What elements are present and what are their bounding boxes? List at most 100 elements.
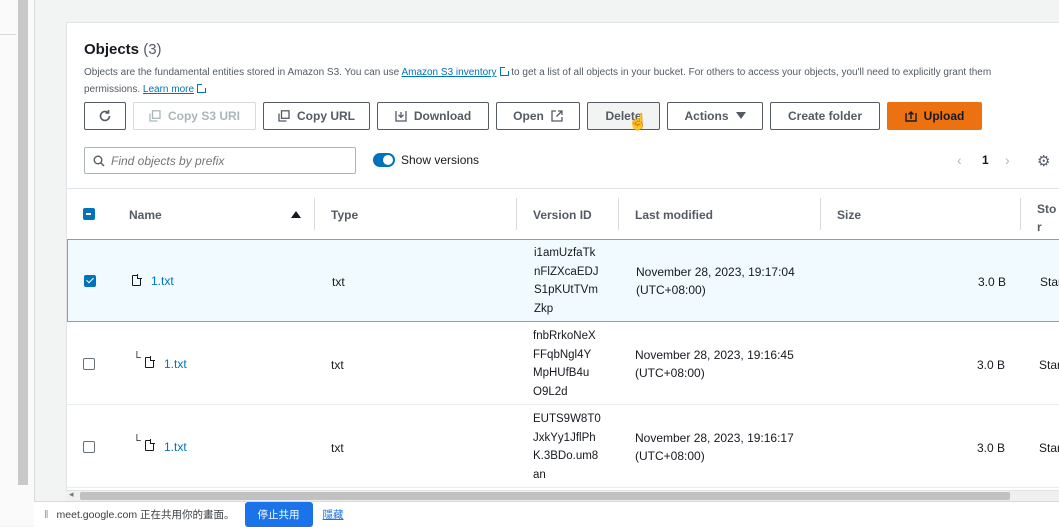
column-separator[interactable] [618,198,619,230]
open-label: Open [513,109,544,123]
download-button[interactable]: Download [377,102,489,130]
copy-url-button[interactable]: Copy URL [263,102,370,130]
version-id-part: JxkYy1JflPh [533,431,596,444]
stop-sharing-button[interactable]: 停止共用 [244,502,313,527]
drag-handle-icon[interactable]: ‖ [44,509,49,521]
version-id-part: EUTS9W8T0 [533,413,601,425]
column-header-size[interactable]: Size [837,208,861,222]
actions-label: Actions [684,109,729,123]
row-checkbox[interactable] [84,275,96,287]
copy-s3-uri-label: Copy S3 URI [167,109,240,123]
search-input[interactable] [111,153,341,168]
sort-ascending-icon[interactable] [291,210,301,218]
column-separator[interactable] [1020,198,1021,230]
copy-s3-uri-button[interactable]: Copy S3 URI [133,102,256,130]
copy-url-label: Copy URL [297,109,355,123]
version-id-part: Zkp [534,302,554,315]
last-modified-date: November 28, 2023, 19:16:17 [635,431,794,445]
external-link-icon [499,66,510,76]
storage-class: Star [1039,358,1059,372]
table-header: Name Type Version ID Last modified Size … [67,188,1059,270]
table-row[interactable]: └ 1.txt txt EUTS9W8T0 JxkYy1JflPh K.3BDo… [67,405,1059,488]
caret-down-icon [735,112,746,119]
file-icon [132,274,142,286]
version-id: i1amUzfaTk nFlZXcaEDJ S1pKUtTVm Zkp [534,244,614,318]
show-versions-label: Show versions [401,153,480,167]
download-icon [395,111,407,122]
select-all-checkbox[interactable] [83,208,95,220]
download-label: Download [413,109,472,123]
object-name-link[interactable]: 1.txt [164,440,187,454]
version-tree-icon: └ [133,435,141,447]
version-id-part: MpHUfB4u [533,367,590,379]
upload-button[interactable]: Upload [887,102,982,130]
search-icon [93,155,105,166]
version-tree-icon: └ [133,352,141,364]
last-modified-date: November 28, 2023, 19:17:04 [636,265,795,279]
file-icon [145,356,155,368]
column-separator[interactable] [314,198,315,230]
create-folder-button[interactable]: Create folder [770,102,880,130]
version-id-part: i1amUzfaTk [534,247,596,259]
inventory-link[interactable]: Amazon S3 inventory [401,67,496,78]
last-modified: November 28, 2023, 19:17:04 (UTC+08:00) [636,263,795,299]
horizontal-scrollbar[interactable]: ◂ [66,489,1059,501]
objects-title: Objects [84,41,140,58]
hide-link[interactable]: 隱藏 [323,507,344,522]
column-header-last-modified[interactable]: Last modified [635,208,713,222]
objects-description: Objects are the fundamental entities sto… [84,64,1044,98]
copy-icon [278,110,290,122]
table-row[interactable]: 1.txt txt i1amUzfaTk nFlZXcaEDJ S1pKUtTV… [67,239,1059,322]
object-type: txt [331,358,344,372]
column-separator[interactable] [516,198,517,230]
description-text: Objects are the fundamental entities sto… [84,67,400,78]
show-versions-toggle[interactable] [373,153,395,167]
scroll-left-icon[interactable]: ◂ [69,489,74,500]
last-modified-date: November 28, 2023, 19:16:45 [635,348,794,362]
hand-pointer-icon: ☝ [628,114,648,131]
last-modified: November 28, 2023, 19:16:45 (UTC+08:00) [635,346,794,382]
row-checkbox[interactable] [83,358,95,370]
version-id-part: S1pKUtTVm [534,284,598,296]
column-header-type[interactable]: Type [331,208,358,222]
learn-more-link[interactable]: Learn more [143,84,194,95]
external-link-icon [197,83,208,93]
object-size: 3.0 B [977,441,1006,455]
previous-page-icon[interactable]: ‹ [957,152,962,168]
column-header-name[interactable]: Name [129,208,162,222]
left-divider [0,34,16,35]
last-modified-timezone: (UTC+08:00) [635,366,705,380]
open-button[interactable]: Open [496,102,580,130]
objects-panel: Objects (3) Objects are the fundamental … [66,22,1059,502]
column-header-version-id[interactable]: Version ID [533,208,592,222]
screen-share-bar: ‖ meet.google.com 正在共用你的畫面。 停止共用 隱藏 [34,501,1059,527]
refresh-icon [99,110,111,122]
version-id: fnbRrkoNeX FFqbNgl4Y MpHUfB4u O9L2d [533,327,613,401]
page-number[interactable]: 1 [982,153,989,167]
copy-icon [149,110,161,122]
scrollbar-thumb[interactable] [80,492,1010,500]
object-name-link[interactable]: 1.txt [164,357,187,371]
objects-count: (3) [143,41,162,58]
table-row[interactable]: └ 1.txt txt fnbRrkoNeX FFqbNgl4Y MpHUfB4… [67,322,1059,405]
last-modified-timezone: (UTC+08:00) [636,283,706,297]
upload-label: Upload [923,109,965,123]
version-id-part: O9L2d [533,385,568,398]
refresh-button[interactable] [84,102,126,130]
object-type: txt [332,275,345,289]
next-page-icon[interactable]: › [1005,152,1010,168]
upload-icon [904,111,917,122]
delete-button[interactable]: Delete [587,102,660,130]
settings-gear-icon[interactable]: ⚙ [1037,152,1050,170]
actions-dropdown[interactable]: Actions [667,102,763,130]
row-checkbox[interactable] [83,441,95,453]
search-box[interactable] [84,147,356,174]
vertical-scrollbar[interactable] [18,0,28,485]
version-id: EUTS9W8T0 JxkYy1JflPh K.3BDo.um8 an [533,410,613,484]
last-modified: November 28, 2023, 19:16:17 (UTC+08:00) [635,429,794,465]
object-name-link[interactable]: 1.txt [151,274,174,288]
storage-class: Star [1040,275,1059,289]
column-separator[interactable] [820,198,821,230]
version-id-part: nFlZXcaEDJ [534,265,599,278]
version-id-part: an [533,468,546,481]
